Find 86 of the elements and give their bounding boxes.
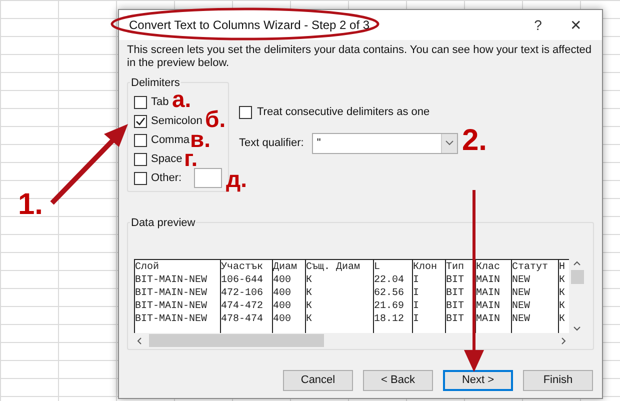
preview-cell-text: К [559,274,566,287]
dialog-button[interactable]: < Back [363,370,433,391]
checkbox-label: Other: [151,170,182,186]
checkbox-label: Treat consecutive delimiters as one [257,105,430,120]
preview-cell-text: К [306,287,314,300]
checkbox[interactable] [134,96,147,108]
preview-cell-text: К [306,313,314,326]
checkmark-icon [135,116,146,126]
preview-cell-text: Диам [273,261,298,274]
scroll-left-icon [137,336,142,344]
preview-cell-text: NEW [512,300,532,313]
preview-cell-text: 472-106 [221,287,264,300]
chevron-down-icon [440,134,457,152]
preview-cell-text: BIT-MAIN-NEW [135,274,208,287]
preview-cell-text: 18.12 [374,313,406,326]
preview-cell-text: BIT [446,274,466,287]
preview-cell-text: Същ. Диам [306,261,362,274]
preview-cell-text: 400 [273,300,292,313]
scrollbar-thumb[interactable] [149,334,324,347]
scroll-up-icon [573,261,581,266]
scroll-down-icon [573,326,581,331]
close-button[interactable]: ✕ [558,14,594,36]
preview-cell-text: MAIN [476,313,502,326]
checkbox[interactable] [134,152,147,166]
preview-cell-text: NEW [512,274,532,287]
preview-cell-text: К [306,274,314,287]
scrollbar-thumb[interactable] [570,270,584,284]
preview-cell-text: I [413,313,420,326]
dialog-button[interactable]: Finish [523,370,593,391]
preview-cell-text: К [559,287,566,300]
preview-cell-text: Слой [135,261,160,274]
preview-cell-text: NEW [512,287,532,300]
preview-cell-text: 400 [273,313,292,326]
preview-cell-text: Участък [221,261,264,274]
preview-cell-text: К [306,300,314,313]
dialog-button[interactable]: Next > [443,370,513,391]
preview-cell-text: 478-474 [221,313,264,326]
preview-cell-text: К [559,300,566,313]
checkbox-label: Space [151,152,182,167]
preview-cell-text: BIT-MAIN-NEW [135,313,208,326]
preview-cell-text: 22.04 [374,274,406,287]
preview-cell-text: Клон [413,261,438,274]
annotation-label: д. [226,168,247,191]
preview-cell-text: NEW [512,313,532,326]
preview-cell-text: 62.56 [374,287,406,300]
checkbox-label: Comma [151,132,190,148]
preview-cell-text: BIT [446,313,466,326]
preview-cell-text: Н [559,261,566,274]
preview-cell-text: BIT [446,300,466,313]
other-input-field[interactable] [194,168,222,188]
help-button[interactable]: ? [518,14,558,36]
group-title: Data preview [130,215,196,232]
checkbox[interactable] [134,134,147,146]
preview-cell-text: BIT-MAIN-NEW [135,300,208,313]
preview-cell-text: I [413,287,420,300]
description-text: This screen lets you set the delimiters your data contains. You can see how your text is affected in the preview below. [127,44,592,70]
preview-cell-text: BIT [446,287,466,300]
scroll-right-icon [561,336,566,344]
annotation-label: б. [205,108,226,131]
preview-cell-text: MAIN [476,287,502,300]
checkbox[interactable] [134,172,147,184]
annotation-label: 2. [462,126,488,156]
dialog-button[interactable]: Cancel [283,370,353,391]
preview-cell-text: Тип [446,261,466,274]
preview-cell-text: I [413,274,420,287]
preview-cell-text: I [413,300,420,313]
annotation-label: 1. [18,190,44,220]
preview-cell-text: Статут [512,261,550,274]
preview-cell-text: BIT-MAIN-NEW [135,287,208,300]
preview-cell-text: К [559,313,566,326]
preview-cell-text: MAIN [476,300,502,313]
text-qualifier-dropdown[interactable]: " [312,132,458,154]
checkbox[interactable] [239,106,252,119]
checkbox-label: Semicolon [151,114,202,129]
preview-cell-text: L [374,261,382,274]
preview-cell-text: 106-644 [221,274,264,287]
preview-cell-text: 400 [273,287,292,300]
preview-cell-text: 474-472 [221,300,264,313]
checkbox[interactable] [134,114,147,128]
field-label: Text qualifier: [239,136,304,151]
preview-cell-text: 400 [273,274,292,287]
checkbox-label: Tab [151,94,169,110]
preview-cell-text: Клас [476,261,502,274]
window-title: Convert Text to Columns Wizard - Step 2 of 3 [129,17,370,34]
preview-cell-text: 21.69 [374,300,406,313]
preview-cell-text: MAIN [476,274,502,287]
